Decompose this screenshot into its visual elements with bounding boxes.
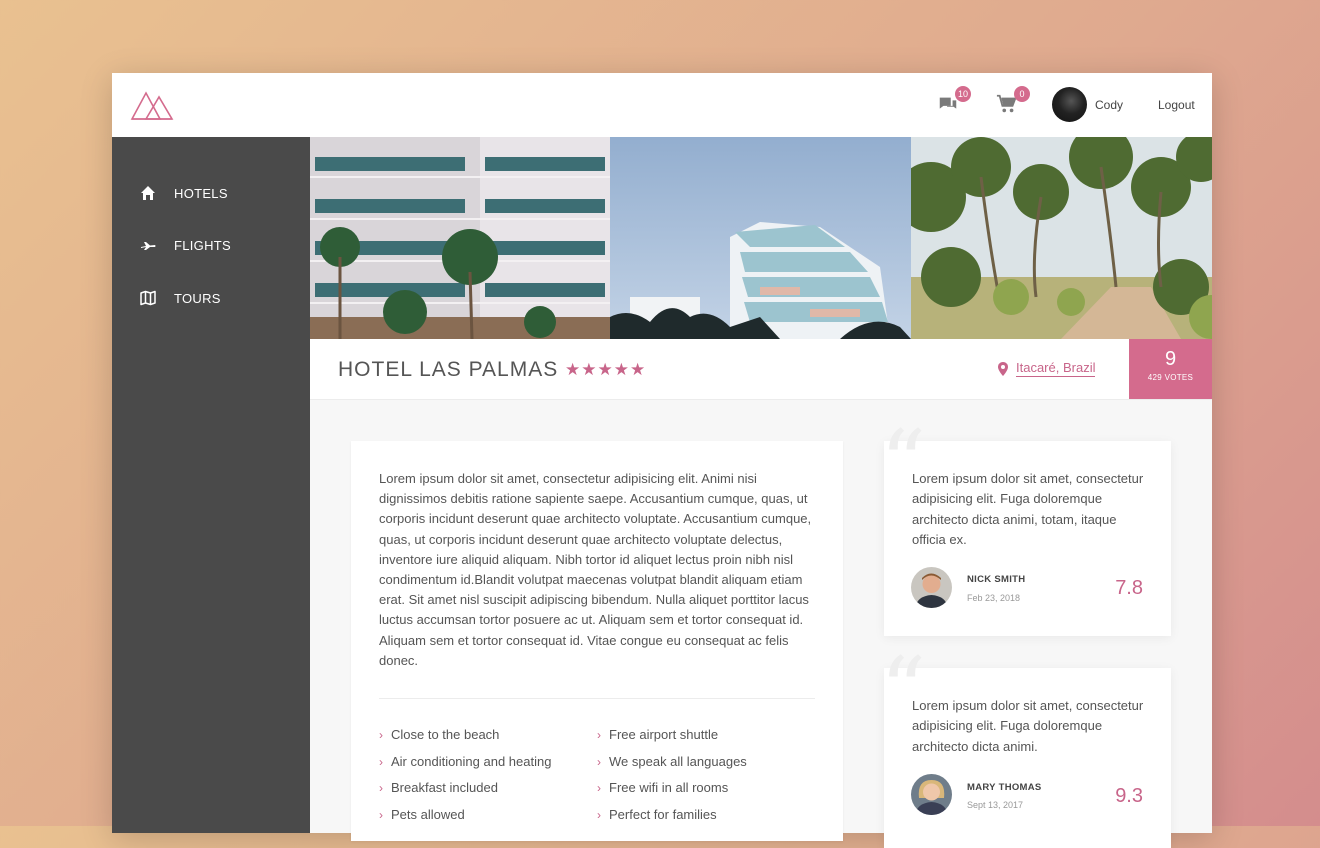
review-score: 9.3 xyxy=(1115,785,1143,807)
feature-item: › Free wifi in all rooms xyxy=(597,780,728,795)
chevron-right-icon: › xyxy=(597,807,601,822)
review-date: Feb 23, 2018 xyxy=(967,593,1021,603)
hotel-score-box: 9 429 VOTES xyxy=(1129,339,1212,399)
feature-label: Free wifi in all rooms xyxy=(609,780,729,795)
reviewer-avatar xyxy=(911,567,952,608)
feature-label: Close to the beach xyxy=(391,727,500,742)
airplane-icon xyxy=(141,242,156,250)
hotel-photo-courtyard[interactable] xyxy=(310,137,610,339)
username-label[interactable]: Cody xyxy=(1095,98,1123,112)
feature-label: Free airport shuttle xyxy=(609,727,719,742)
sidebar: HOTELS FLIGHTS TOURS xyxy=(112,137,310,833)
messages-button[interactable]: 10 xyxy=(937,86,971,117)
chevron-right-icon: › xyxy=(379,780,383,795)
feature-label: We speak all languages xyxy=(609,754,747,769)
hotel-score: 9 xyxy=(1164,348,1177,370)
review-card: “ Lorem ipsum dolor sit amet, consectetu… xyxy=(880,646,1171,848)
messages-badge: 10 xyxy=(955,86,971,102)
divider xyxy=(379,698,815,699)
feature-item: › Free airport shuttle xyxy=(597,727,718,742)
chevron-right-icon: › xyxy=(379,727,383,742)
hotel-votes: 429 VOTES xyxy=(1147,373,1194,382)
logo-icon[interactable] xyxy=(130,89,174,121)
reviewer-name: MARY THOMAS xyxy=(967,782,1042,793)
feature-label: Perfect for families xyxy=(609,807,717,822)
description-card: Lorem ipsum dolor sit amet, consectetur … xyxy=(351,441,843,841)
sidebar-item-tours[interactable]: TOURS xyxy=(140,287,221,309)
chevron-right-icon: › xyxy=(379,754,383,769)
home-icon xyxy=(141,186,155,200)
feature-label: Breakfast included xyxy=(391,780,498,795)
feature-item: › We speak all languages xyxy=(597,754,747,769)
location-pin-icon xyxy=(998,361,1008,376)
star-rating: ★★★★★ xyxy=(565,360,647,379)
sidebar-item-label: FLIGHTS xyxy=(174,237,231,253)
feature-item: › Breakfast included xyxy=(379,780,498,795)
feature-item: › Pets allowed xyxy=(379,807,465,822)
feature-label: Pets allowed xyxy=(391,807,465,822)
map-icon xyxy=(140,290,156,306)
app-window: 10 0 Cody Logout HOTELS FLIGHTS TOURS HO… xyxy=(112,73,1212,848)
hotel-description: Lorem ipsum dolor sit amet, consectetur … xyxy=(379,471,812,668)
user-avatar[interactable] xyxy=(1052,87,1087,122)
feature-label: Air conditioning and heating xyxy=(391,754,552,769)
review-text: Lorem ipsum dolor sit amet, consectetur … xyxy=(912,698,1144,754)
sidebar-item-label: TOURS xyxy=(174,290,221,306)
logout-link[interactable]: Logout xyxy=(1158,98,1195,112)
reviewer-name: NICK SMITH xyxy=(967,574,1026,585)
sidebar-item-hotels[interactable]: HOTELS xyxy=(140,182,228,204)
top-bar: 10 0 Cody Logout xyxy=(112,73,1212,137)
chevron-right-icon: › xyxy=(597,780,601,795)
location-link[interactable]: Itacaré, Brazil xyxy=(998,360,1096,377)
location-label: Itacaré, Brazil xyxy=(1016,360,1096,377)
sidebar-item-flights[interactable]: FLIGHTS xyxy=(140,234,231,256)
chevron-right-icon: › xyxy=(597,727,601,742)
hotel-title-bar: HOTEL LAS PALMAS ★★★★★ Itacaré, Brazil 9… xyxy=(310,339,1212,400)
review-card: “ Lorem ipsum dolor sit amet, consectetu… xyxy=(880,419,1171,636)
cart-badge: 0 xyxy=(1014,86,1030,102)
feature-item: › Perfect for families xyxy=(597,807,717,822)
chevron-right-icon: › xyxy=(379,807,383,822)
review-text: Lorem ipsum dolor sit amet, consectetur … xyxy=(912,471,1144,547)
hotel-photo-building[interactable] xyxy=(610,137,911,339)
hotel-title: HOTEL LAS PALMAS xyxy=(338,358,559,381)
feature-item: › Close to the beach xyxy=(379,727,499,742)
chevron-right-icon: › xyxy=(597,754,601,769)
review-score: 7.8 xyxy=(1115,577,1143,599)
hotel-photo-palms[interactable] xyxy=(911,137,1212,339)
reviewer-avatar xyxy=(911,774,952,815)
photo-gallery xyxy=(310,137,1212,339)
cart-button[interactable]: 0 xyxy=(996,86,1030,117)
sidebar-item-label: HOTELS xyxy=(174,185,228,201)
review-date: Sept 13, 2017 xyxy=(967,800,1024,810)
feature-item: › Air conditioning and heating xyxy=(379,754,551,769)
